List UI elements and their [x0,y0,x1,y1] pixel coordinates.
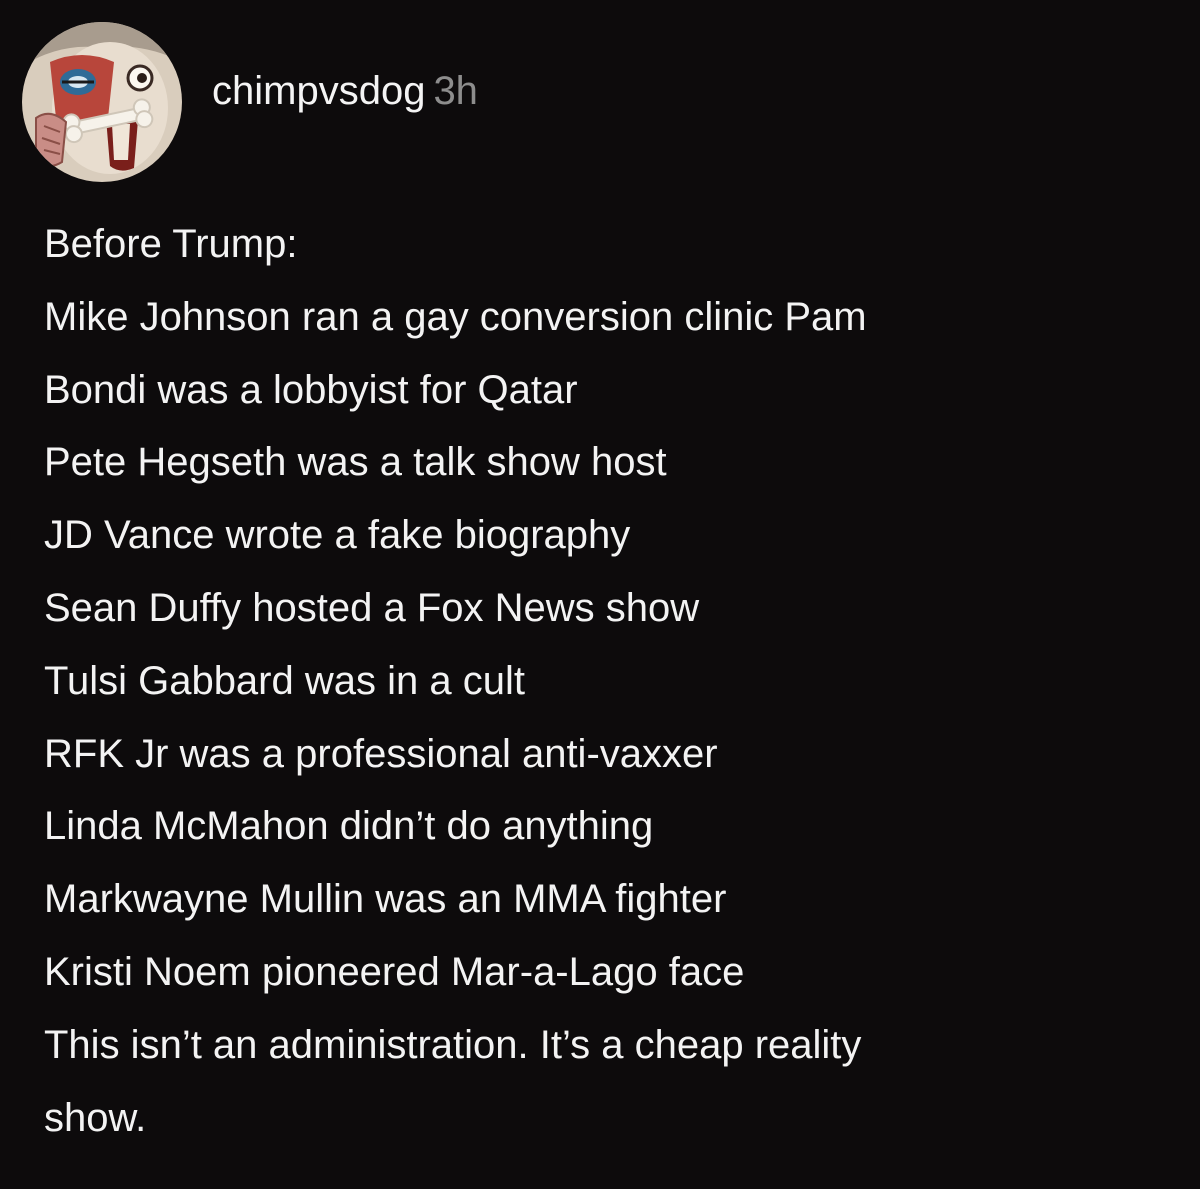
post-text-line: RFK Jr was a professional anti-vaxxer [44,731,718,776]
post-text-line: show. [44,1095,147,1140]
post-text-line: Before Trump: [44,222,298,266]
post-text-line: Tulsi Gabbard was in a cult [44,658,525,703]
post-text-line: Sean Duffy hosted a Fox News show [44,585,700,630]
post-text-line: Kristi Noem pioneered Mar-a-Lago face [44,949,745,994]
cartoon-face-avatar-icon [22,22,182,182]
post-text-line: Linda McMahon didn’t do anything [44,804,654,849]
avatar[interactable] [22,22,182,182]
post-text-line: Bondi was a lobbyist for Qatar [44,367,578,412]
post-text-line: This isn’t an administration. It’s a che… [44,1022,862,1067]
post-text-line: Pete Hegseth was a talk show host [44,440,667,485]
username[interactable]: chimpvsdog [212,69,425,113]
post-text: Before Trump: Mike Johnson ran a gay con… [44,208,1164,1154]
post-timestamp: 3h [433,69,478,113]
post-meta: chimpvsdog 3h [212,67,478,115]
post-header: chimpvsdog 3h [22,22,478,182]
post-text-line: Mike Johnson ran a gay conversion clinic… [44,294,867,339]
post-card: chimpvsdog 3h Before Trump: Mike Johnson … [0,0,1200,1189]
post-text-line: JD Vance wrote a fake biography [44,513,631,558]
post-text-line: Markwayne Mullin was an MMA fighter [44,877,727,922]
